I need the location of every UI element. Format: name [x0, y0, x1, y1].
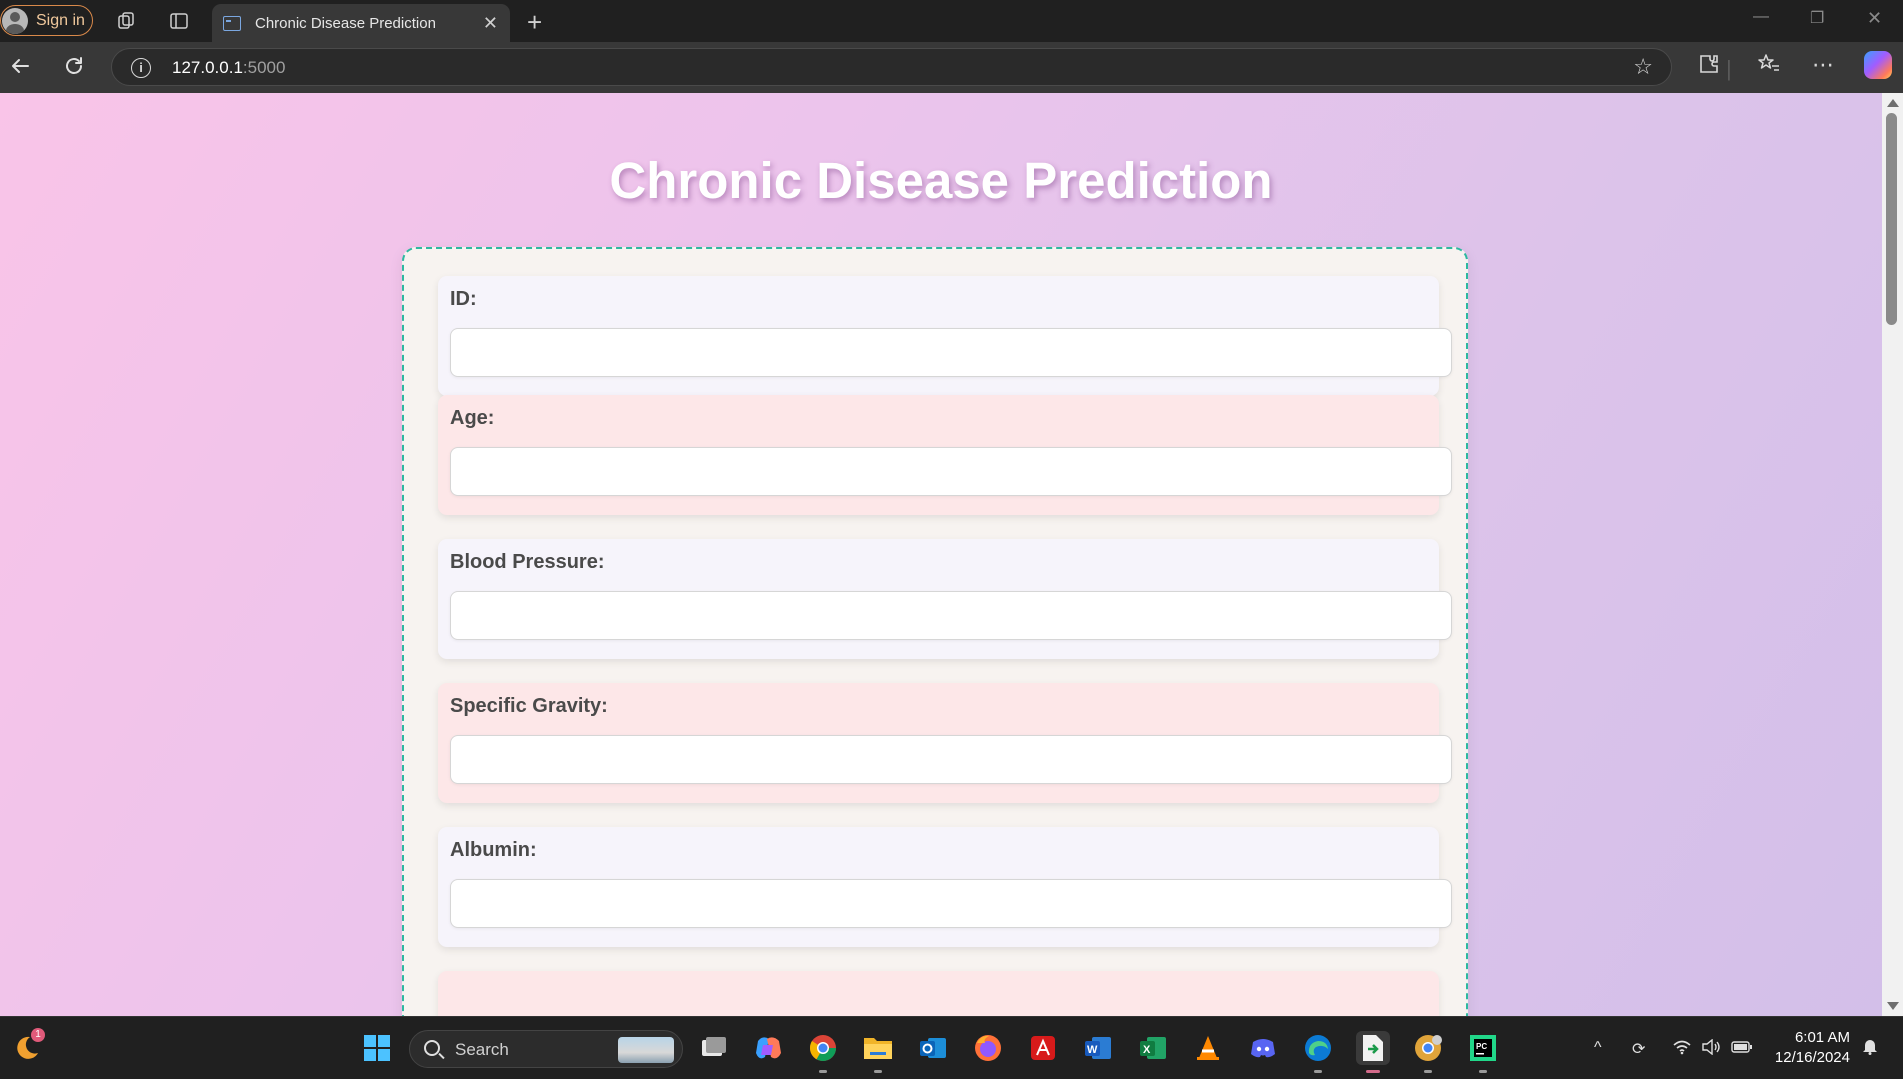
- windows-taskbar: 1 Search W X PC ^ ⟳ 6:01 AM 12/16/2024: [0, 1016, 1903, 1079]
- canary-running-indicator: [1424, 1070, 1432, 1073]
- age-input[interactable]: [450, 447, 1452, 496]
- svg-text:PC: PC: [1476, 1042, 1487, 1051]
- form-field-id: ID:: [438, 276, 1452, 396]
- pycharm-running-indicator: [1479, 1070, 1487, 1073]
- favorites-icon[interactable]: [1757, 52, 1781, 82]
- page-viewport: Chronic Disease Prediction ID: Age: Bloo…: [0, 93, 1882, 1016]
- show-hidden-icons-icon[interactable]: ^: [1594, 1039, 1602, 1057]
- blood-pressure-input[interactable]: [450, 591, 1452, 640]
- start-icon[interactable]: [360, 1031, 394, 1065]
- favorite-star-icon[interactable]: ☆: [1633, 54, 1653, 80]
- active-app-indicator: [1366, 1070, 1380, 1073]
- taskbar-search[interactable]: Search: [409, 1030, 683, 1068]
- chrome-running-indicator: [819, 1070, 827, 1073]
- excel-icon[interactable]: X: [1136, 1031, 1170, 1065]
- browser-toolbar: i 127.0.0.1:5000 ☆ | ⋯: [0, 42, 1903, 93]
- page-title: Chronic Disease Prediction: [609, 152, 1273, 209]
- back-arrow-icon[interactable]: [8, 54, 32, 84]
- firefox-icon[interactable]: [971, 1031, 1005, 1065]
- minimize-icon[interactable]: —: [1753, 8, 1769, 26]
- extensions-icon[interactable]: [1697, 52, 1721, 82]
- form-field-age: Age:: [438, 395, 1452, 515]
- clock-time: 6:01 AM: [1794, 1029, 1850, 1046]
- window-close-icon[interactable]: ✕: [1867, 8, 1882, 29]
- scroll-down-icon[interactable]: [1887, 1002, 1899, 1010]
- word-icon[interactable]: W: [1081, 1031, 1115, 1065]
- browser-title-bar: Sign in Chronic Disease Prediction ✕ + —…: [0, 0, 1903, 42]
- svg-text:W: W: [1087, 1044, 1098, 1056]
- clock-date: 12/16/2024: [1774, 1049, 1850, 1066]
- sync-icon[interactable]: ⟳: [1632, 1039, 1645, 1059]
- chrome-canary-icon[interactable]: [1411, 1031, 1445, 1065]
- page-scrollbar[interactable]: [1882, 93, 1903, 1016]
- tab-title: Chronic Disease Prediction: [255, 14, 436, 32]
- battery-icon[interactable]: [1731, 1039, 1753, 1060]
- notification-bell-icon[interactable]: [1862, 1037, 1878, 1060]
- url-text: 127.0.0.1:5000: [172, 58, 285, 78]
- toolbar-divider: |: [1726, 56, 1732, 81]
- site-info-icon[interactable]: i: [131, 58, 151, 78]
- restore-icon[interactable]: ❐: [1810, 8, 1824, 28]
- copilot-icon[interactable]: [1864, 51, 1892, 79]
- chrome-icon[interactable]: [806, 1031, 840, 1065]
- file-manager-icon[interactable]: [1356, 1031, 1390, 1065]
- sign-in-label: Sign in: [36, 11, 85, 29]
- scrollbar-thumb[interactable]: [1886, 113, 1897, 325]
- task-view-icon[interactable]: [697, 1031, 731, 1065]
- tab-favicon-icon: [223, 15, 241, 31]
- volume-icon[interactable]: [1701, 1038, 1721, 1060]
- form-field-blood-pressure: Blood Pressure:: [438, 539, 1452, 659]
- scroll-up-icon[interactable]: [1887, 99, 1899, 107]
- address-bar[interactable]: i 127.0.0.1:5000 ☆: [111, 48, 1672, 86]
- albumin-input[interactable]: [450, 879, 1452, 928]
- form-field-specific-gravity: Specific Gravity:: [438, 683, 1452, 803]
- field-label-id: ID:: [450, 288, 477, 310]
- url-port: :5000: [242, 58, 286, 77]
- edge-icon[interactable]: [1301, 1031, 1335, 1065]
- more-options-icon[interactable]: ⋯: [1812, 52, 1834, 78]
- field-label-specific-gravity: Specific Gravity:: [450, 695, 608, 717]
- sign-in-button[interactable]: Sign in: [0, 5, 93, 36]
- edge-running-indicator: [1314, 1070, 1322, 1073]
- field-label-albumin: Albumin:: [450, 839, 537, 861]
- outlook-icon[interactable]: [916, 1031, 950, 1065]
- search-icon: [424, 1040, 440, 1056]
- search-highlight-image: [618, 1037, 674, 1063]
- discord-icon[interactable]: [1246, 1031, 1280, 1065]
- vlc-icon[interactable]: [1191, 1031, 1225, 1065]
- acrobat-icon[interactable]: [1026, 1031, 1060, 1065]
- field-label-age: Age:: [450, 407, 495, 429]
- pycharm-icon[interactable]: PC: [1466, 1031, 1500, 1065]
- field-label-blood-pressure: Blood Pressure:: [450, 551, 605, 573]
- workspaces-icon[interactable]: [115, 10, 137, 32]
- prediction-form: ID: Age: Blood Pressure: Specific Gravit…: [402, 247, 1468, 1016]
- form-field-next: [438, 971, 1439, 1016]
- explorer-running-indicator: [874, 1070, 882, 1073]
- notification-badge: 1: [31, 1028, 45, 1042]
- svg-text:X: X: [1143, 1044, 1151, 1056]
- tab-chronic-disease-prediction[interactable]: Chronic Disease Prediction ✕: [212, 4, 510, 42]
- vertical-tabs-icon[interactable]: [168, 10, 190, 32]
- specific-gravity-input[interactable]: [450, 735, 1452, 784]
- id-input[interactable]: [450, 328, 1452, 377]
- system-clock[interactable]: 6:01 AM 12/16/2024: [1770, 1028, 1850, 1068]
- form-field-albumin: Albumin:: [438, 827, 1452, 947]
- wifi-icon[interactable]: [1672, 1039, 1692, 1060]
- search-placeholder: Search: [455, 1040, 509, 1059]
- url-host: 127.0.0.1: [172, 58, 243, 77]
- new-tab-icon[interactable]: +: [527, 7, 542, 38]
- reload-icon[interactable]: [62, 54, 86, 84]
- file-explorer-icon[interactable]: [861, 1031, 895, 1065]
- tab-close-icon[interactable]: ✕: [483, 13, 498, 34]
- profile-avatar-icon: [2, 7, 28, 34]
- copilot-app-icon[interactable]: [751, 1031, 785, 1065]
